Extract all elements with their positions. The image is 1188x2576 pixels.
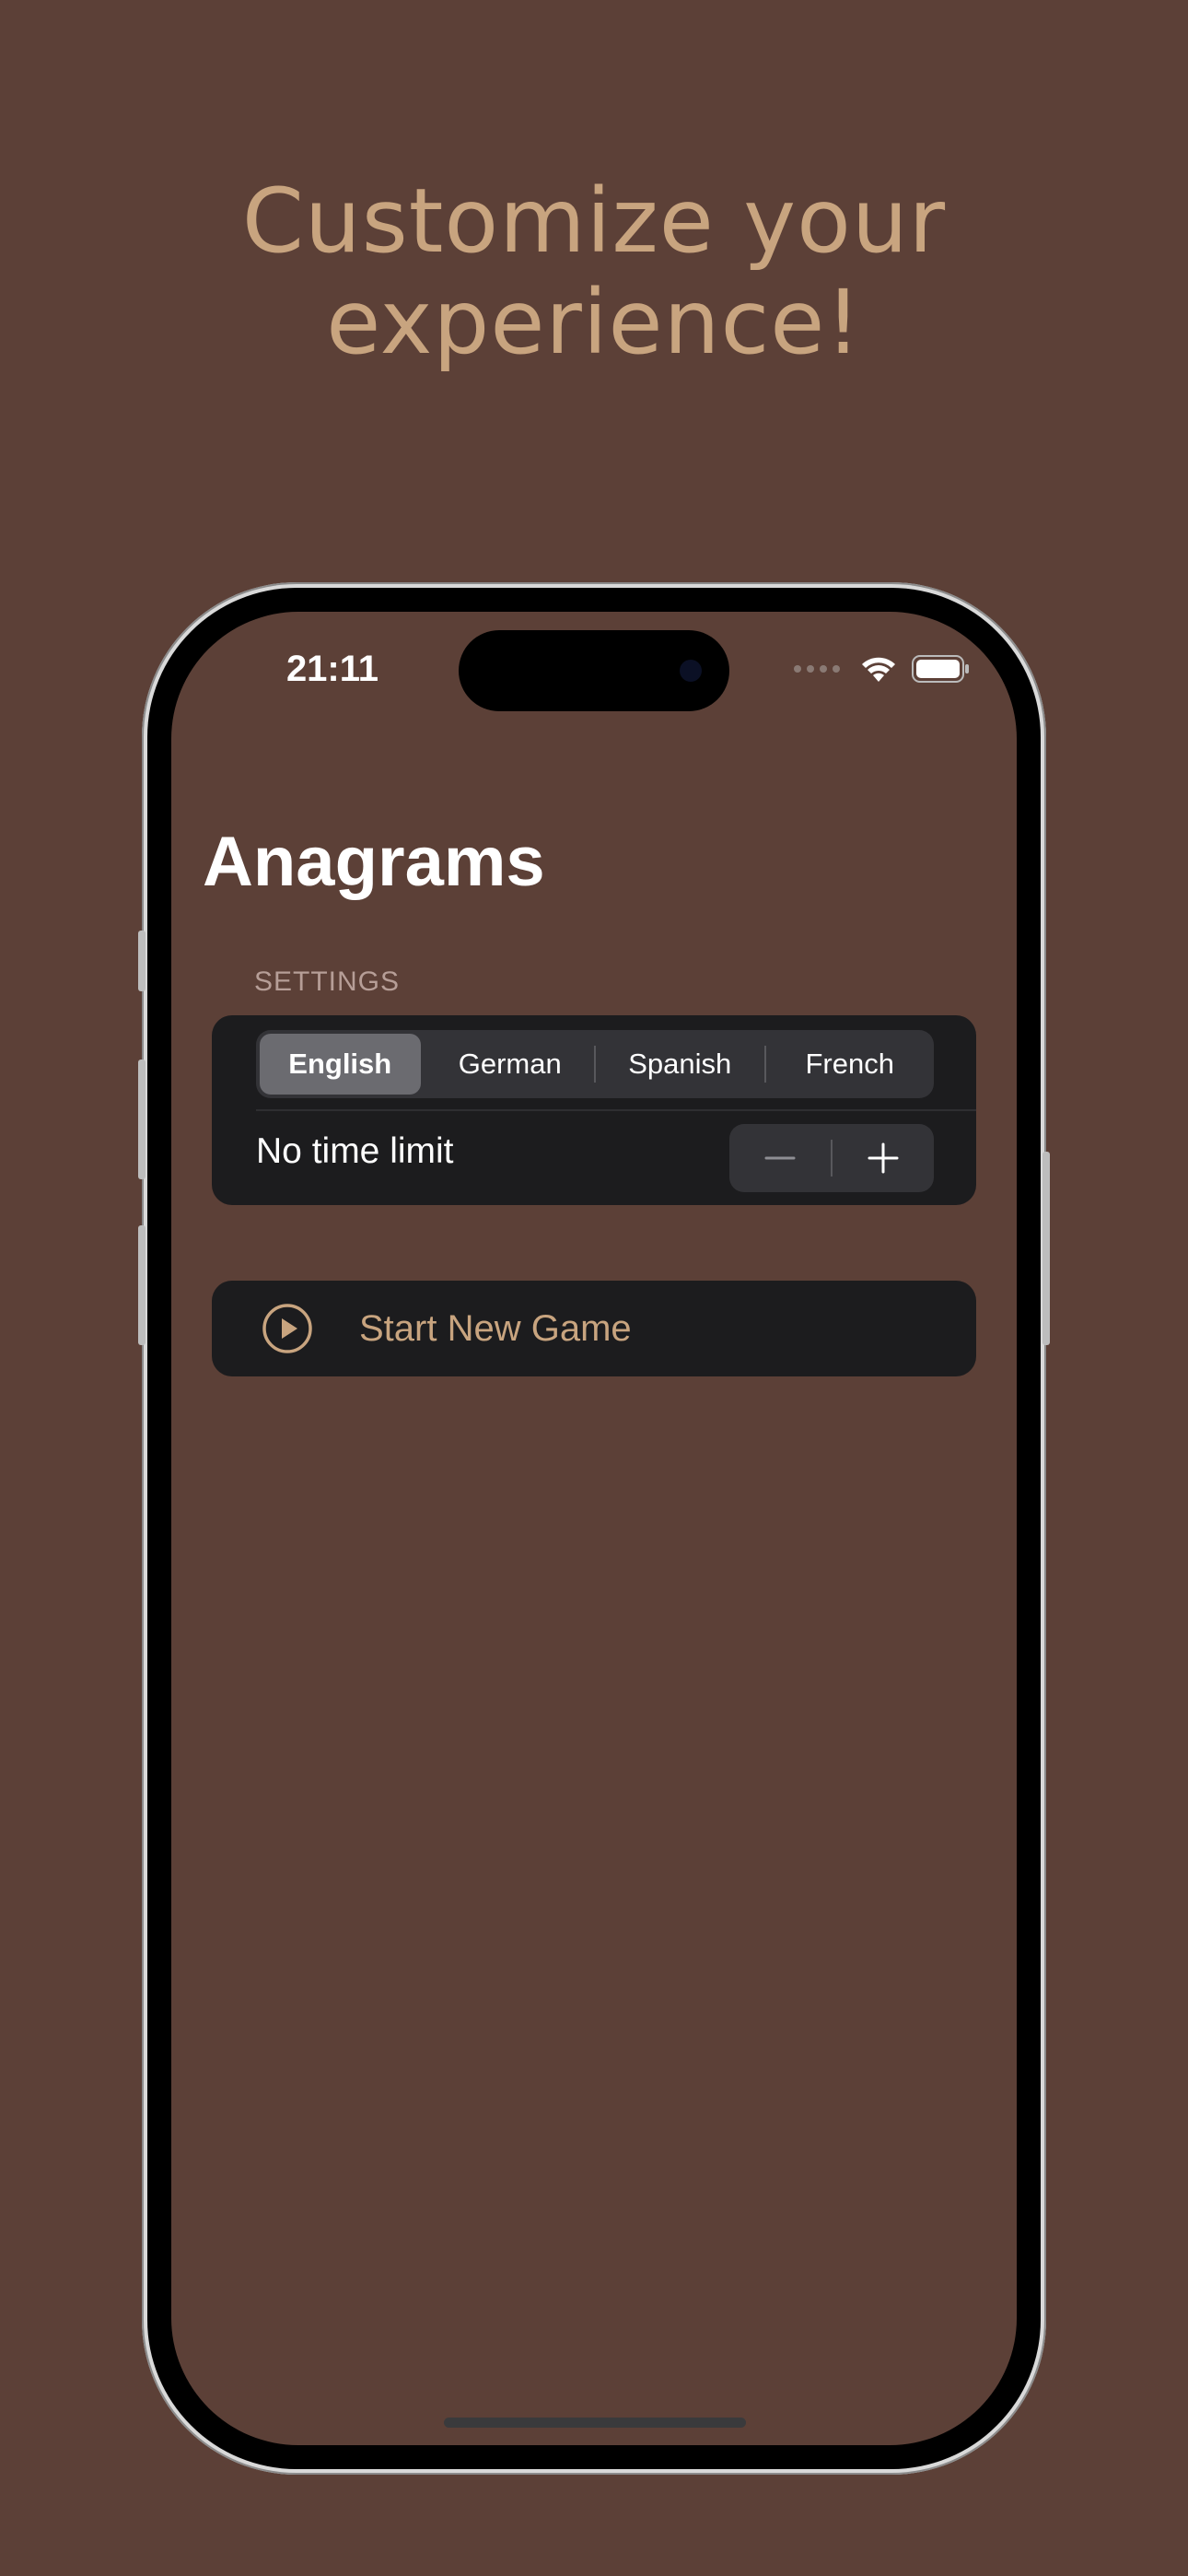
segment-german[interactable]: German xyxy=(430,1034,591,1095)
headline-line-2: experience! xyxy=(326,271,862,374)
segment-french[interactable]: French xyxy=(770,1034,931,1095)
segment-divider xyxy=(763,1046,766,1083)
headline-line-1: Customize your xyxy=(241,170,947,273)
segment-divider xyxy=(594,1046,596,1083)
action-button xyxy=(138,931,146,991)
settings-section-header: SETTINGS xyxy=(254,966,401,997)
phone-screen: 21:11 Anagrams SETTINGS English German S… xyxy=(171,612,1017,2445)
home-indicator[interactable] xyxy=(444,2418,746,2428)
segment-divider xyxy=(425,1046,426,1083)
status-time: 21:11 xyxy=(285,649,379,689)
segment-spanish[interactable]: Spanish xyxy=(600,1034,761,1095)
language-segmented-control: English German Spanish French xyxy=(256,1030,934,1098)
row-divider xyxy=(256,1109,976,1111)
increment-button[interactable] xyxy=(833,1124,934,1192)
status-icons xyxy=(794,654,971,684)
dynamic-island xyxy=(459,630,729,711)
start-new-game-button[interactable]: Start New Game xyxy=(212,1281,976,1376)
camera-icon xyxy=(680,660,702,682)
signal-dots-icon xyxy=(794,665,840,673)
time-limit-stepper xyxy=(729,1124,934,1192)
time-limit-label: No time limit xyxy=(256,1131,454,1171)
power-button xyxy=(1042,1152,1050,1345)
battery-icon xyxy=(912,655,969,683)
plus-icon xyxy=(868,1142,899,1174)
promo-headline: Customize your experience! xyxy=(0,170,1188,373)
page-title: Anagrams xyxy=(203,823,545,901)
wifi-icon xyxy=(862,657,895,682)
volume-up-button xyxy=(138,1060,146,1179)
settings-group: English German Spanish French No time li… xyxy=(212,1015,976,1205)
volume-down-button xyxy=(138,1225,146,1345)
start-new-game-label: Start New Game xyxy=(359,1307,632,1349)
minus-icon xyxy=(764,1156,796,1160)
segment-english[interactable]: English xyxy=(260,1034,421,1095)
decrement-button[interactable] xyxy=(729,1124,831,1192)
play-circle-icon xyxy=(262,1304,312,1353)
